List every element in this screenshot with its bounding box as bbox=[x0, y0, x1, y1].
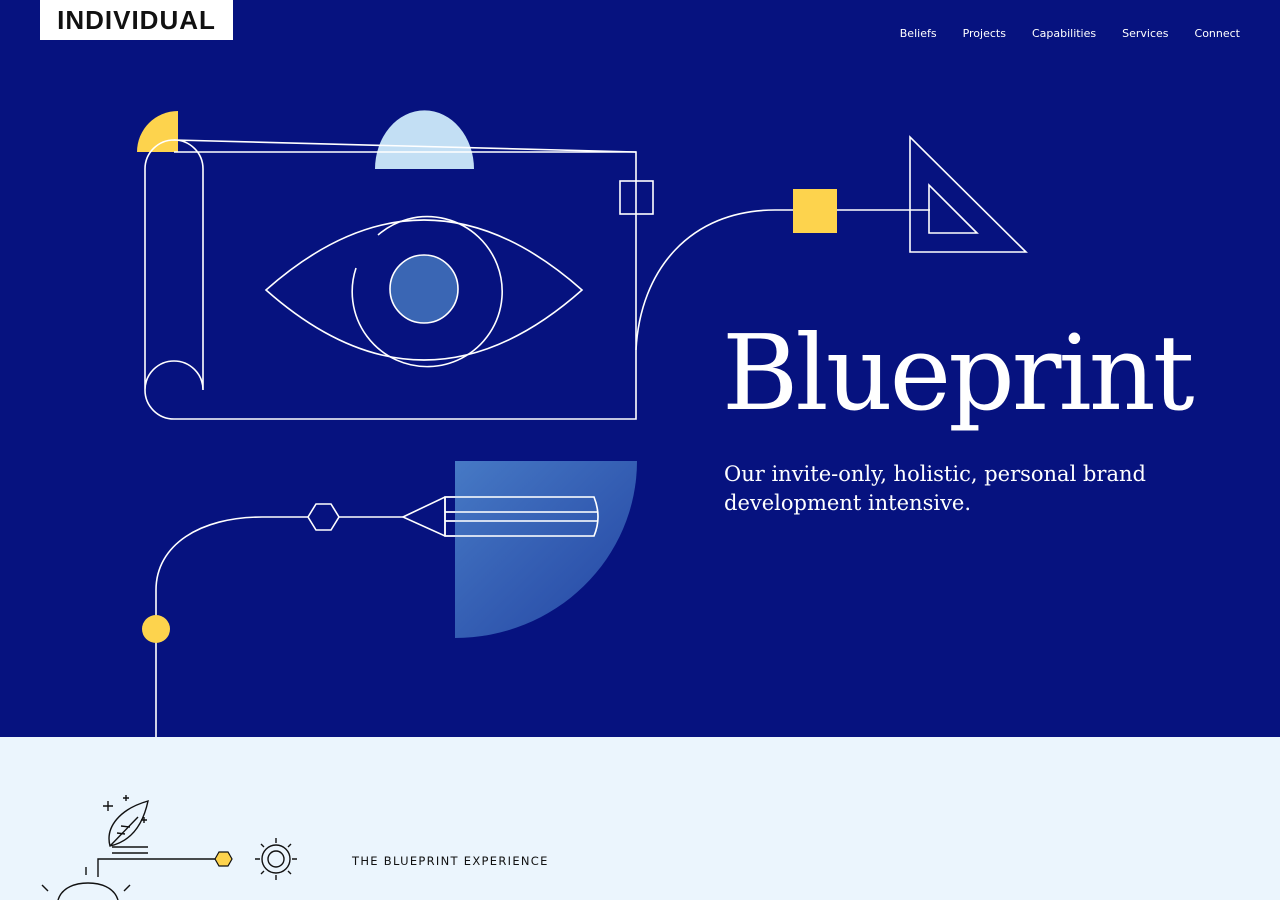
experience-illustration bbox=[41, 795, 297, 900]
hero-title: Blueprint bbox=[722, 312, 1195, 434]
scroll-outline bbox=[144, 139, 637, 420]
lower-connector-line bbox=[155, 516, 308, 737]
nav-link-projects[interactable]: Projects bbox=[963, 27, 1006, 41]
hero-section: INDIVIDUAL Beliefs Projects Capabilities… bbox=[0, 0, 1280, 737]
section-label: THE BLUEPRINT EXPERIENCE bbox=[352, 854, 549, 868]
translucent-quarter-circle bbox=[455, 461, 637, 638]
experience-section: THE BLUEPRINT EXPERIENCE bbox=[0, 737, 1280, 900]
eye-pupil bbox=[389, 254, 459, 324]
nav-link-connect[interactable]: Connect bbox=[1195, 27, 1240, 41]
triangle-ruler-icon bbox=[909, 135, 1028, 253]
lightbulb-icon bbox=[57, 882, 119, 900]
gear-icon bbox=[255, 838, 297, 880]
nav-link-beliefs[interactable]: Beliefs bbox=[900, 27, 937, 41]
yellow-square bbox=[793, 189, 837, 233]
nav-link-capabilities[interactable]: Capabilities bbox=[1032, 27, 1096, 41]
yellow-dot bbox=[142, 615, 170, 643]
quill-icon bbox=[108, 800, 149, 847]
hexagon-nut bbox=[307, 503, 340, 531]
sparkle-icon bbox=[103, 801, 113, 811]
brand-logo[interactable]: INDIVIDUAL bbox=[40, 0, 233, 40]
nav-link-services[interactable]: Services bbox=[1122, 27, 1168, 41]
main-nav: Beliefs Projects Capabilities Services C… bbox=[900, 27, 1240, 41]
hero-subtitle: Our invite-only, holistic, personal bran… bbox=[724, 462, 1146, 515]
light-blue-half-circle bbox=[375, 110, 474, 169]
hexagon-node bbox=[214, 851, 233, 867]
